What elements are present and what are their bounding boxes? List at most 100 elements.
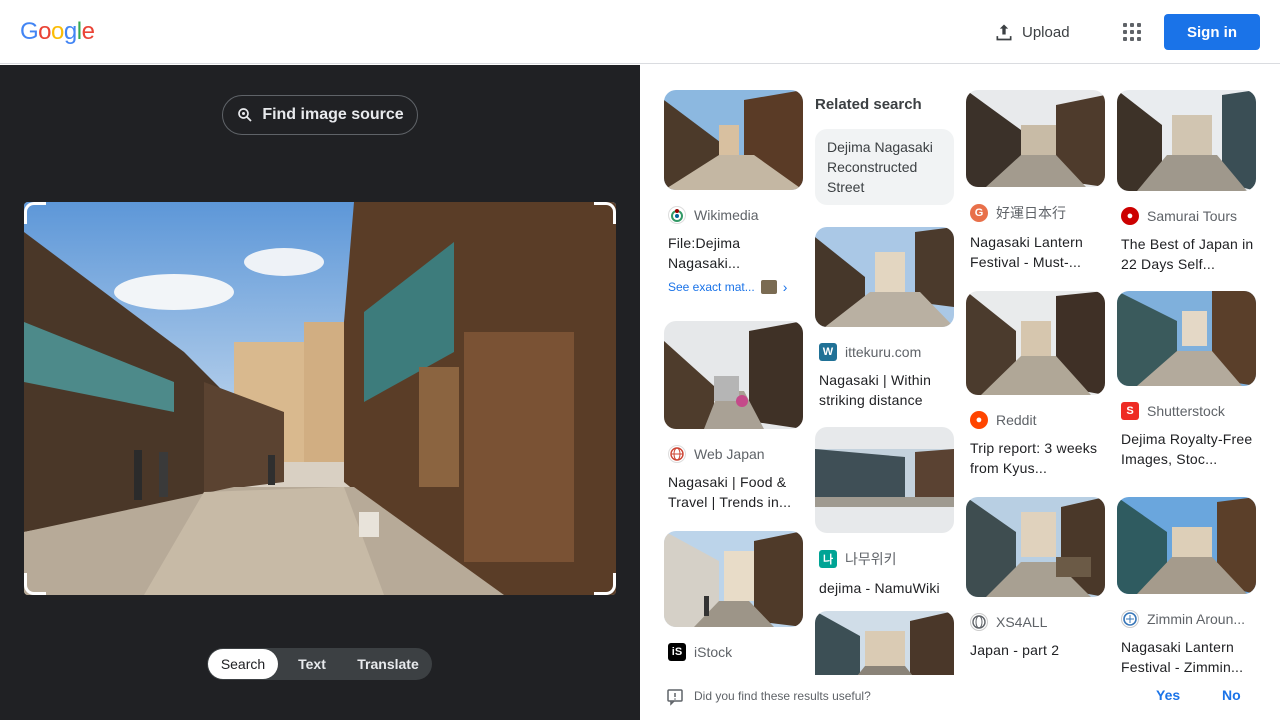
result-title[interactable]: Nagasaki Lantern Festival - Zimmin... <box>1117 637 1256 675</box>
see-exact-matches-label: See exact mat... <box>668 280 755 294</box>
upload-button[interactable]: Upload <box>984 14 1080 50</box>
wikimedia-icon <box>668 206 686 224</box>
find-image-source-label: Find image source <box>262 106 404 123</box>
feedback-icon <box>667 689 683 706</box>
result-thumbnail[interactable] <box>664 90 803 190</box>
shutterstock-icon: S <box>1121 402 1139 420</box>
mode-translate[interactable]: Translate <box>346 649 430 679</box>
result-title[interactable]: Nagasaki | Food & Travel | Trends in... <box>664 472 803 512</box>
result-image <box>966 497 1105 597</box>
result-thumbnail[interactable] <box>664 531 803 627</box>
result-source: XS4ALL <box>966 613 1105 631</box>
result-card[interactable]: Web Japan Nagasaki | Food & Travel | Tre… <box>664 321 803 512</box>
result-image <box>815 611 954 675</box>
istock-icon: iS <box>668 643 686 661</box>
result-card[interactable]: XS4ALL Japan - part 2 <box>966 497 1105 675</box>
logo-letter: o <box>38 18 52 45</box>
namuwiki-icon: 나 <box>819 550 837 568</box>
related-search-title: Related search <box>815 96 922 113</box>
result-title[interactable]: Nagasaki | Within striking distance <box>815 370 954 410</box>
result-image <box>815 227 954 327</box>
feedback-no-button[interactable]: No <box>1222 687 1241 703</box>
query-image[interactable] <box>24 202 616 595</box>
result-thumbnail[interactable] <box>815 427 954 533</box>
result-source-name: iStock <box>694 644 733 660</box>
result-title[interactable]: Trip report: 3 weeks from Kyus... <box>966 438 1105 478</box>
mode-search[interactable]: Search <box>208 649 278 679</box>
result-source-name: 나무위키 <box>845 551 897 567</box>
result-title[interactable]: Japan - part 2 <box>966 640 1105 675</box>
result-card[interactable]: Zimmin Aroun... Nagasaki Lantern Festiva… <box>1117 497 1256 675</box>
exact-match-thumb-icon <box>760 280 777 294</box>
mode-text[interactable]: Text <box>278 649 346 679</box>
result-source-name: Reddit <box>996 412 1037 428</box>
logo-letter: e <box>81 18 95 45</box>
result-source-name: Wikimedia <box>694 207 759 223</box>
result-source-name: Shutterstock <box>1147 403 1225 419</box>
see-exact-matches-link[interactable]: See exact mat... › <box>664 279 803 295</box>
result-card[interactable]: W ittekuru.com Nagasaki | Within strikin… <box>815 227 954 410</box>
sign-in-button[interactable]: Sign in <box>1164 14 1260 50</box>
upload-icon <box>996 24 1012 41</box>
result-source: iS iStock <box>664 643 803 661</box>
result-image <box>966 291 1105 395</box>
chevron-right-icon: › <box>782 279 788 295</box>
street-photo <box>24 202 616 595</box>
result-source: Wikimedia <box>664 206 803 224</box>
result-thumbnail[interactable] <box>1117 90 1256 191</box>
result-title[interactable]: Nagasaki Lantern Festival - Must-... <box>966 232 1105 272</box>
result-card[interactable]: Wikimedia File:Dejima Nagasaki... See ex… <box>664 90 803 295</box>
apps-button[interactable] <box>1116 16 1148 48</box>
result-thumbnail[interactable] <box>815 611 954 675</box>
logo-letter: G <box>20 18 39 45</box>
result-image <box>664 90 803 190</box>
site-icon: G <box>970 204 988 222</box>
result-title[interactable]: File:Dejima Nagasaki... <box>664 233 803 273</box>
related-search-chip[interactable]: Dejima Nagasaki Reconstructed Street <box>815 129 954 205</box>
result-source-name: XS4ALL <box>996 614 1048 630</box>
find-image-source-button[interactable]: Find image source <box>222 95 418 135</box>
feedback-question: Did you find these results useful? <box>694 689 871 703</box>
result-thumbnail[interactable] <box>966 291 1105 395</box>
result-image <box>664 321 803 429</box>
result-thumbnail[interactable] <box>966 90 1105 187</box>
crop-handle-top-left[interactable] <box>24 202 46 224</box>
crop-handle-bottom-left[interactable] <box>24 573 46 595</box>
upload-label: Upload <box>1022 23 1070 41</box>
result-source-name: Zimmin Aroun... <box>1147 611 1246 627</box>
result-card[interactable] <box>815 611 954 675</box>
result-thumbnail[interactable] <box>966 497 1105 597</box>
result-source: 나 나무위키 <box>815 549 954 569</box>
result-source-name: Web Japan <box>694 446 765 462</box>
result-source: Zimmin Aroun... <box>1117 610 1256 628</box>
result-image <box>1117 291 1256 386</box>
result-title[interactable]: The Best of Japan in 22 Days Self... <box>1117 234 1256 274</box>
result-title[interactable]: Dejima Royalty-Free Images, Stoc... <box>1117 429 1256 469</box>
result-image <box>664 531 803 627</box>
globe-icon <box>970 613 988 631</box>
apps-grid-icon <box>1123 23 1141 41</box>
result-thumbnail[interactable] <box>1117 291 1256 386</box>
crop-handle-top-right[interactable] <box>594 202 616 224</box>
result-card[interactable]: G 好運日本行 Nagasaki Lantern Festival - Must… <box>966 90 1105 272</box>
crop-handle-bottom-right[interactable] <box>594 573 616 595</box>
feedback-yes-button[interactable]: Yes <box>1156 687 1180 703</box>
google-logo[interactable]: Google <box>20 18 95 46</box>
result-thumbnail[interactable] <box>815 227 954 327</box>
result-image <box>966 90 1105 187</box>
query-image-pane: Find image source Search Text Translate <box>0 65 640 720</box>
lens-search-icon <box>238 108 252 122</box>
result-card[interactable]: ● Samurai Tours The Best of Japan in 22 … <box>1117 90 1256 274</box>
wordpress-icon: W <box>819 343 837 361</box>
result-card[interactable]: ● Reddit Trip report: 3 weeks from Kyus.… <box>966 291 1105 478</box>
result-source: Web Japan <box>664 445 803 463</box>
search-mode-toggle: Search Text Translate <box>207 648 432 680</box>
result-card[interactable]: iS iStock <box>664 531 803 661</box>
result-card[interactable]: S Shutterstock Dejima Royalty-Free Image… <box>1117 291 1256 469</box>
result-source: ● Samurai Tours <box>1117 207 1256 225</box>
result-thumbnail[interactable] <box>1117 497 1256 594</box>
logo-letter: o <box>51 18 64 45</box>
result-card[interactable]: 나 나무위키 dejima - NamuWiki <box>815 427 954 618</box>
result-thumbnail[interactable] <box>664 321 803 429</box>
results-pane: Wikimedia File:Dejima Nagasaki... See ex… <box>640 65 1280 675</box>
